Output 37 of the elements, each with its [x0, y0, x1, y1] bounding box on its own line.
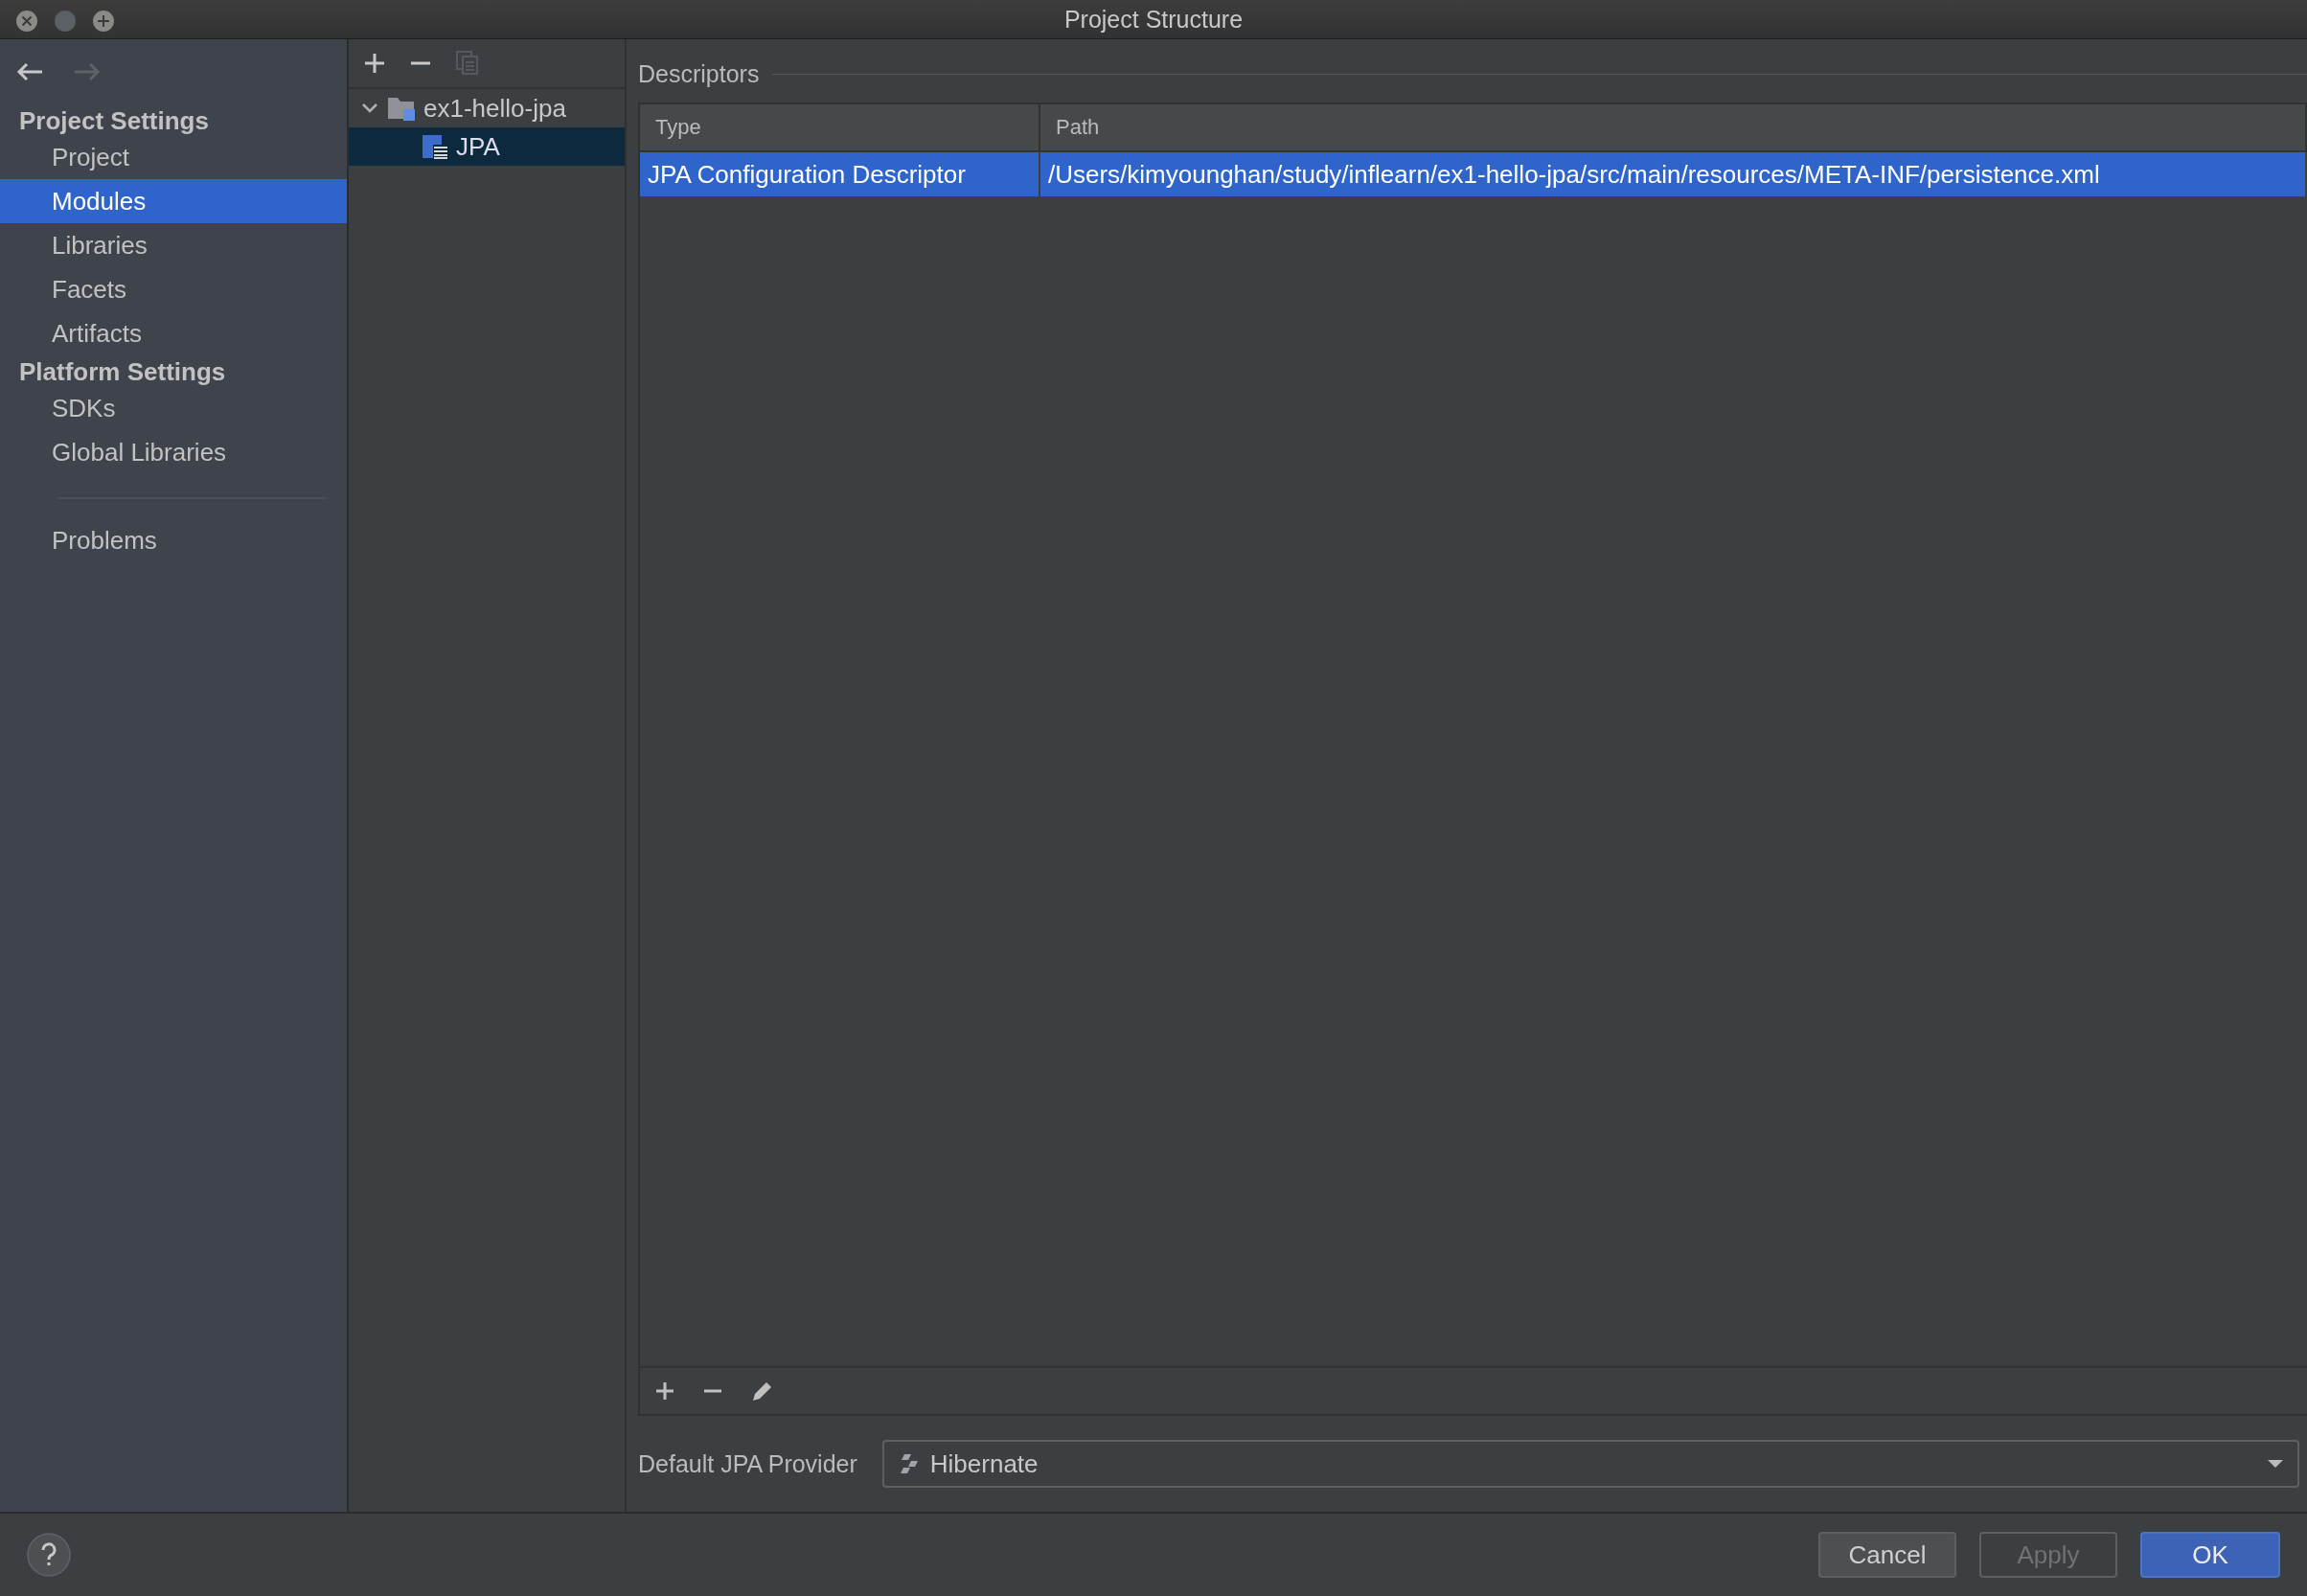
field-label: Default JPA Provider [638, 1449, 857, 1478]
dropdown-caret-icon [2267, 1459, 2284, 1469]
section-title: Descriptors [638, 59, 760, 88]
table-cell: /Users/kimyounghan/study/inflearn/ex1-hello-jpa/src/main/resources/META-INF/persistence.xml [1040, 152, 2307, 196]
tree-item[interactable]: JPA [349, 127, 625, 166]
sidebar-item[interactable]: Problems [0, 518, 347, 562]
sidebar-item[interactable]: Project [0, 135, 347, 179]
sidebar-item[interactable]: Global Libraries [0, 430, 347, 474]
pencil-icon[interactable] [751, 1379, 774, 1402]
close-icon[interactable] [15, 10, 38, 33]
sidebar-item[interactable]: Facets [0, 267, 347, 311]
column-header[interactable]: Path [1040, 104, 2307, 150]
sidebar-item[interactable]: SDKs [0, 386, 347, 430]
table-row[interactable]: JPA Configuration Descriptor /Users/kimyounghan/study/inflearn/ex1-hello-jpa/src/main/resources/META-INF/persistence.xml [640, 152, 2307, 196]
section-heading: Platform Settings [18, 356, 227, 386]
folder-icon [387, 95, 416, 122]
back-arrow-icon[interactable] [15, 61, 44, 82]
tree-item[interactable]: ex1-hello-jpa [349, 89, 625, 127]
sidebar-item[interactable]: Modules [0, 179, 347, 223]
tree-label: JPA [456, 131, 500, 162]
sidebar-item[interactable]: Artifacts [0, 311, 347, 355]
provider-dropdown[interactable]: Hibernate [881, 1440, 2299, 1488]
help-icon[interactable] [27, 1533, 71, 1577]
dialog-button[interactable]: OK [2140, 1532, 2280, 1578]
tree-label: ex1-hello-jpa [423, 93, 566, 124]
jpa-facet-icon [422, 134, 448, 159]
sidebar-item[interactable]: Libraries [0, 223, 347, 267]
column-header[interactable]: Type [640, 104, 1040, 150]
window-title: Project Structure [1063, 5, 1244, 34]
section-heading: Project Settings [18, 105, 210, 135]
dropdown-value: Hibernate [929, 1448, 1039, 1479]
add-icon[interactable] [655, 1381, 674, 1401]
zoom-icon[interactable] [92, 10, 115, 33]
chevron-down-icon[interactable] [361, 103, 378, 114]
table-cell: JPA Configuration Descriptor [640, 152, 1040, 196]
add-icon[interactable] [364, 53, 385, 74]
dialog-button[interactable]: Cancel [1818, 1532, 1956, 1578]
